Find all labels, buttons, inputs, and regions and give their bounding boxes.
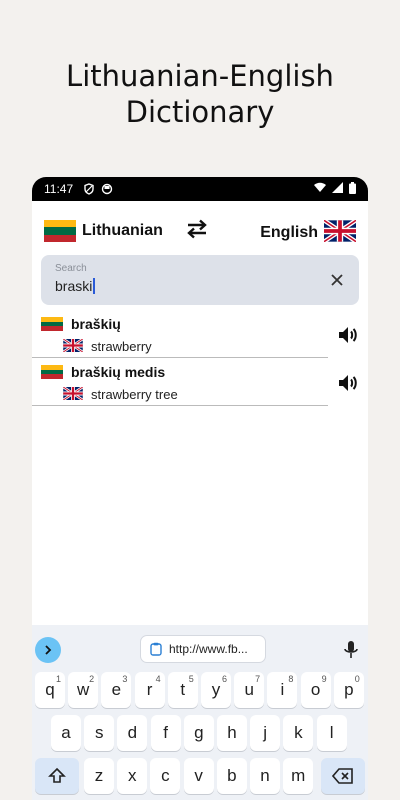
- backspace-icon: [332, 768, 353, 784]
- shield-icon: [83, 183, 95, 195]
- key-q[interactable]: q1: [35, 672, 65, 708]
- results-list: braškių strawberry braškių medis strawbe…: [32, 311, 368, 407]
- speaker-icon: [339, 327, 357, 343]
- uk-flag-icon: [62, 385, 84, 404]
- result-lithuanian-word: braškių: [71, 316, 121, 332]
- battery-icon: [349, 181, 356, 197]
- microphone-button[interactable]: [342, 640, 360, 660]
- key-o[interactable]: o9: [300, 672, 331, 708]
- shift-key[interactable]: [35, 758, 79, 794]
- key-y[interactable]: y6: [201, 672, 231, 708]
- key-hint: 5: [188, 674, 194, 684]
- speaker-button[interactable]: [336, 371, 360, 395]
- key-d[interactable]: d: [117, 715, 148, 751]
- signal-icon: [332, 182, 343, 196]
- close-icon: [331, 274, 343, 286]
- status-bar: 11:47: [32, 177, 368, 201]
- key-x[interactable]: x: [117, 758, 148, 794]
- key-hint: 6: [221, 674, 227, 684]
- keyboard: http://www.fb... q1w2e3r4t5y6u7i8o9p0 as…: [32, 625, 368, 800]
- key-l[interactable]: l: [316, 715, 347, 751]
- language-bar: Lithuanian English: [32, 217, 368, 245]
- promo-title-line2: Dictionary: [125, 95, 275, 129]
- lithuania-flag-icon: [41, 365, 63, 379]
- key-b[interactable]: b: [216, 758, 247, 794]
- clipboard-url-chip[interactable]: http://www.fb...: [140, 635, 266, 663]
- source-language-button[interactable]: Lithuanian: [44, 220, 163, 242]
- row-divider: [32, 357, 328, 358]
- key-hint: 3: [122, 674, 128, 684]
- result-english-word: strawberry: [91, 339, 152, 354]
- swap-languages-button[interactable]: [183, 217, 211, 245]
- clear-search-button[interactable]: [327, 270, 347, 290]
- key-j[interactable]: j: [250, 715, 281, 751]
- key-hint: 4: [155, 674, 161, 684]
- key-n[interactable]: n: [250, 758, 280, 794]
- search-placeholder: Search: [55, 263, 87, 274]
- result-row[interactable]: braškių strawberry: [32, 311, 368, 359]
- key-h[interactable]: h: [217, 715, 247, 751]
- shift-icon: [48, 767, 66, 783]
- target-language-button[interactable]: English: [260, 218, 358, 246]
- swap-arrows-icon: [185, 219, 209, 243]
- search-box[interactable]: Search braski: [41, 255, 359, 305]
- backspace-key[interactable]: [321, 758, 365, 794]
- key-f[interactable]: f: [150, 715, 181, 751]
- key-i[interactable]: i8: [267, 672, 298, 708]
- microphone-icon: [344, 641, 358, 658]
- chevron-right-icon: [45, 645, 52, 655]
- key-hint: 9: [321, 674, 327, 684]
- search-input[interactable]: braski: [55, 278, 96, 294]
- promo-title-line1: Lithuanian-English: [66, 59, 334, 93]
- key-hint: 7: [255, 674, 261, 684]
- key-k[interactable]: k: [283, 715, 314, 751]
- uk-flag-icon: [62, 337, 84, 356]
- key-hint: 2: [89, 674, 95, 684]
- key-hint: 1: [55, 674, 61, 684]
- key-m[interactable]: m: [283, 758, 314, 794]
- promo-title: Lithuanian-English Dictionary: [0, 58, 400, 130]
- result-lithuanian-word: braškių medis: [71, 364, 166, 380]
- keyboard-expand-button[interactable]: [35, 637, 61, 663]
- key-hint: 0: [354, 674, 360, 684]
- phone-screen: 11:47 Lithuanian English Search braski b…: [32, 177, 368, 800]
- row-divider: [32, 405, 328, 406]
- key-z[interactable]: z: [84, 758, 114, 794]
- key-r[interactable]: r4: [134, 672, 165, 708]
- key-hint: 8: [288, 674, 294, 684]
- key-t[interactable]: t5: [167, 672, 198, 708]
- status-time: 11:47: [44, 182, 74, 196]
- key-v[interactable]: v: [183, 758, 214, 794]
- key-e[interactable]: e3: [101, 672, 132, 708]
- lithuania-flag-icon: [41, 317, 63, 331]
- speaker-button[interactable]: [336, 323, 360, 347]
- result-row[interactable]: braškių medis strawberry tree: [32, 359, 368, 407]
- key-p[interactable]: p0: [333, 672, 364, 708]
- speaker-icon: [339, 375, 357, 391]
- target-language-label: English: [260, 224, 318, 241]
- clipboard-icon: [150, 642, 162, 656]
- clipboard-url-text: http://www.fb...: [169, 642, 248, 656]
- result-english-word: strawberry tree: [91, 387, 178, 402]
- key-g[interactable]: g: [183, 715, 214, 751]
- uk-flag-icon: [322, 218, 358, 246]
- key-s[interactable]: s: [84, 715, 115, 751]
- key-u[interactable]: u7: [234, 672, 265, 708]
- keyboard-toolbar: http://www.fb...: [32, 633, 368, 665]
- circle-icon: [101, 183, 113, 195]
- source-language-label: Lithuanian: [82, 222, 163, 239]
- key-c[interactable]: c: [150, 758, 181, 794]
- key-a[interactable]: a: [51, 715, 81, 751]
- wifi-icon: [314, 182, 326, 196]
- key-w[interactable]: w2: [68, 672, 99, 708]
- lithuania-flag-icon: [44, 220, 76, 242]
